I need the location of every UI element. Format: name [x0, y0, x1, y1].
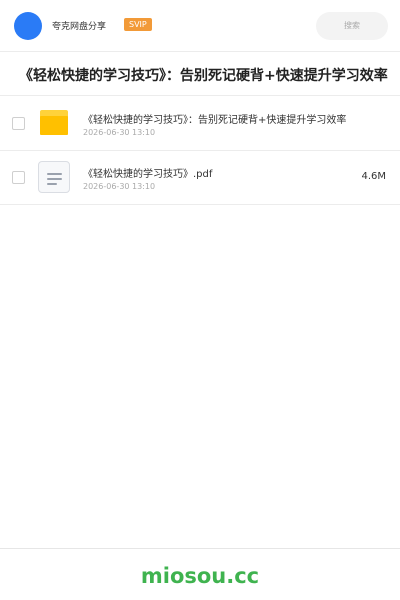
file-row-pdf[interactable]: 《轻松快捷的学习技巧》.pdf 2026-06-30 13:10 4.6M — [0, 151, 400, 205]
brand-watermark: miosou.cc — [140, 564, 260, 588]
search-input[interactable]: 搜索 — [316, 12, 388, 40]
footer: miosou.cc — [0, 548, 400, 600]
document-icon — [38, 161, 70, 193]
file-name[interactable]: 《轻松快捷的学习技巧》.pdf — [83, 165, 368, 180]
svip-badge: SVIP — [124, 18, 152, 31]
title-bar: 《轻松快捷的学习技巧》：告别死记硬背+快速提升学习效率 — [0, 53, 400, 96]
file-row-folder[interactable]: 《轻松快捷的学习技巧》：告别死记硬背+快速提升学习效率 2026-06-30 1… — [0, 97, 400, 151]
file-date: 2026-06-30 13:10 — [83, 182, 156, 191]
avatar[interactable] — [14, 12, 42, 40]
checkbox[interactable] — [12, 171, 25, 184]
checkbox[interactable] — [12, 117, 25, 130]
page-title: 《轻松快捷的学习技巧》：告别死记硬背+快速提升学习效率 — [19, 68, 388, 84]
file-date: 2026-06-30 13:10 — [83, 128, 156, 137]
folder-icon — [40, 110, 68, 135]
username[interactable]: 夸克网盘分享 — [52, 19, 106, 32]
file-name[interactable]: 《轻松快捷的学习技巧》：告别死记硬背+快速提升学习效率 — [83, 111, 368, 126]
header: 夸克网盘分享 SVIP 搜索 — [0, 0, 400, 52]
search-placeholder: 搜索 — [344, 21, 360, 30]
file-size: 4.6M — [361, 171, 386, 182]
